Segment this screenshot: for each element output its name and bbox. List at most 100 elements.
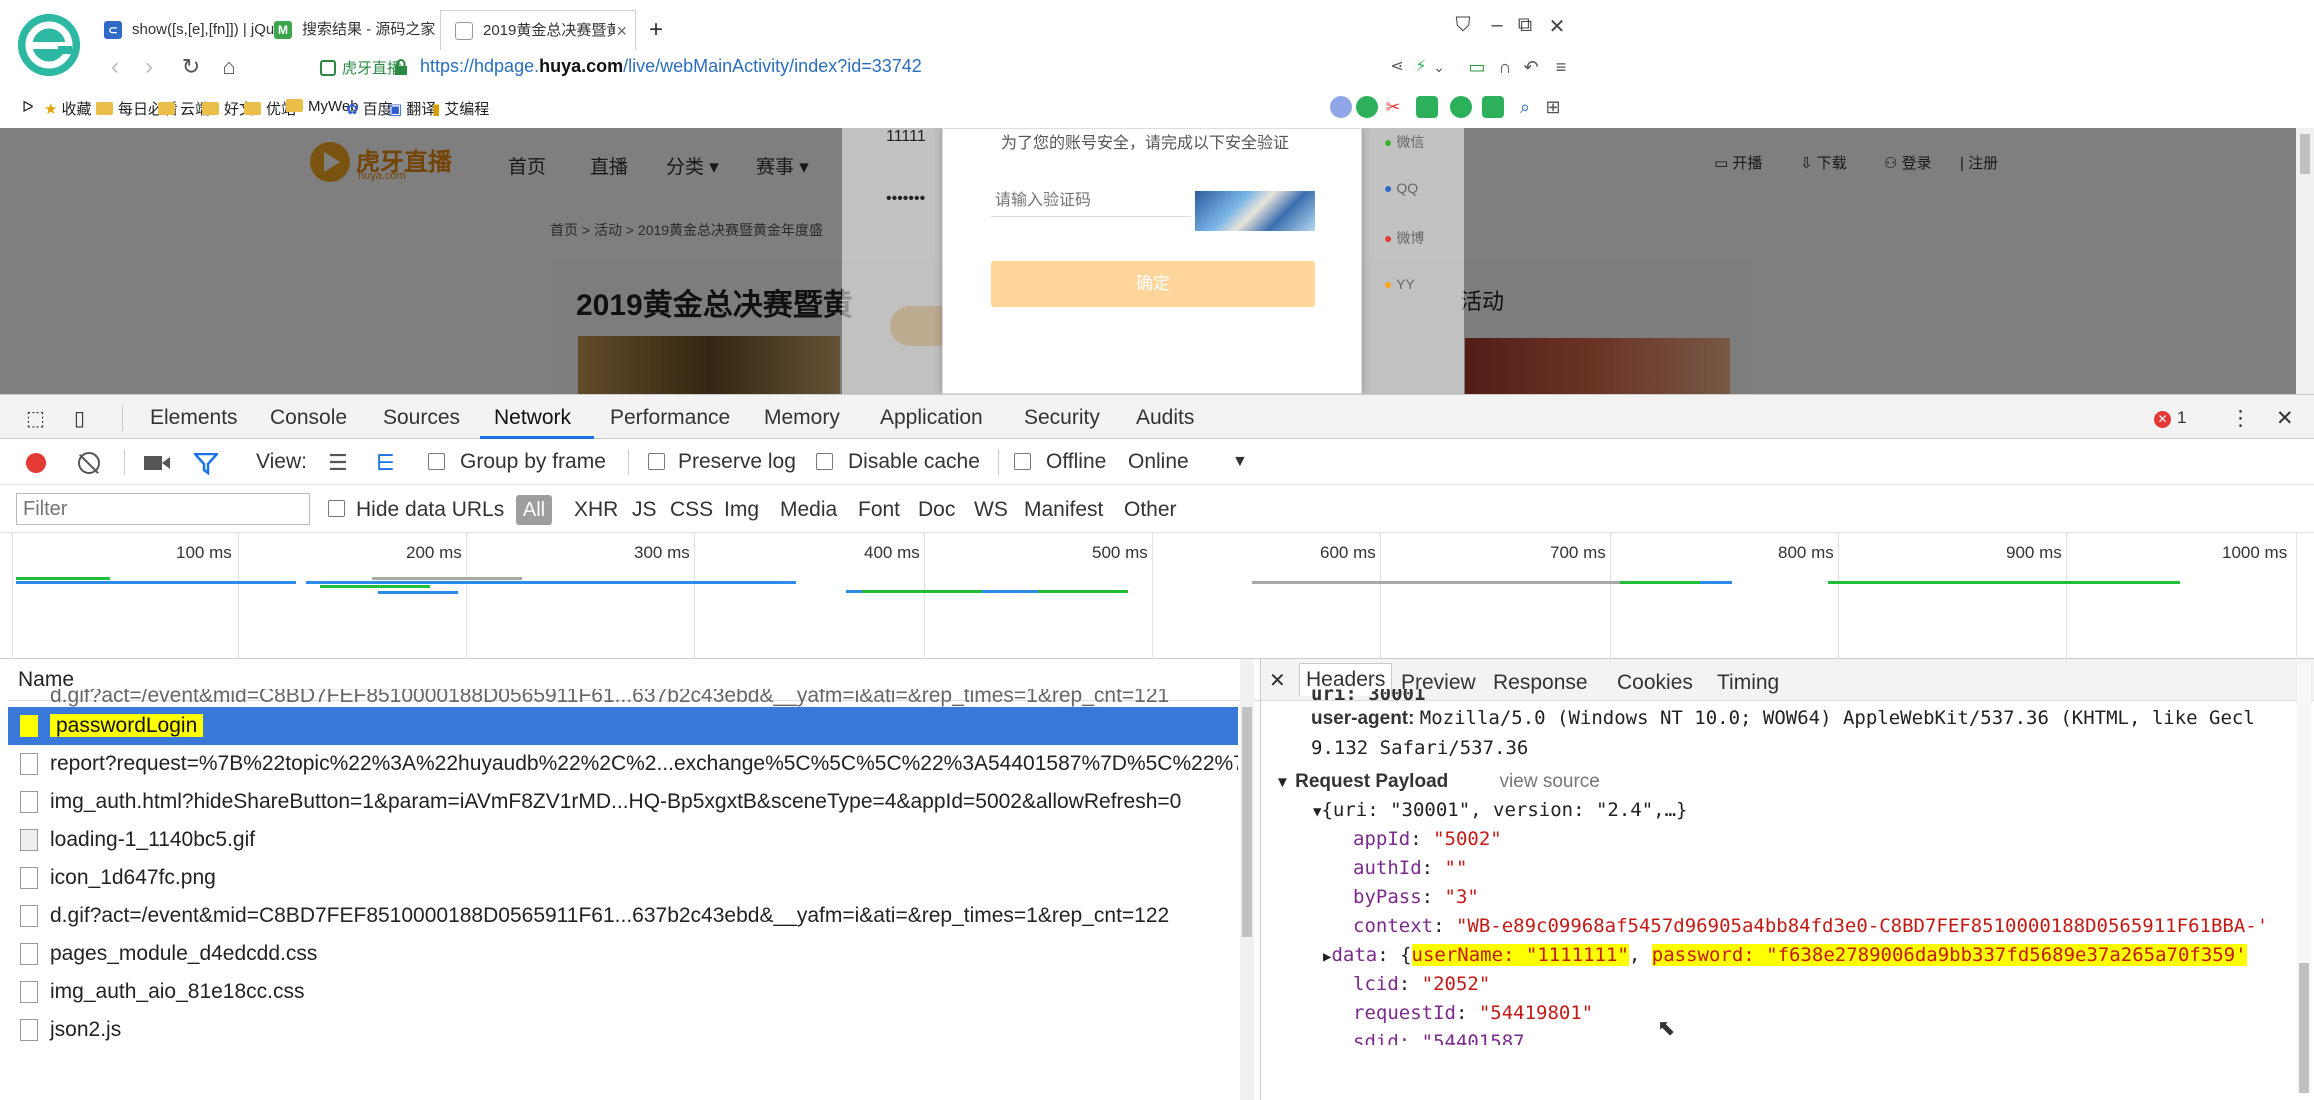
tab-audits[interactable]: Audits <box>1136 406 1194 430</box>
bookmark-aibiancheng[interactable]: ▮ 艾编程 <box>432 98 489 119</box>
tab-close-icon[interactable]: × <box>616 11 627 50</box>
table-row[interactable]: json2.js <box>8 1011 1238 1049</box>
type-filter-js[interactable]: JS <box>632 498 657 522</box>
extension-icon[interactable] <box>1330 96 1352 118</box>
login-yy[interactable]: ● YY <box>1384 276 1415 292</box>
tab-application[interactable]: Application <box>880 406 983 430</box>
type-filter-img[interactable]: Img <box>724 498 759 522</box>
payload-data[interactable]: ▶data: {userName: "1111111", password: "… <box>1323 944 2247 966</box>
gamepad-icon[interactable] <box>1482 96 1504 118</box>
browser-tab-jquery[interactable]: ⊂ show([s,[e],[fn]]) | jQuery API 3 <box>90 10 278 50</box>
throttling-dropdown-icon[interactable]: ▼ <box>1232 453 1248 471</box>
window-close-icon[interactable]: ✕ <box>1542 14 1572 39</box>
view-source-link[interactable]: view source <box>1500 771 1600 792</box>
reload-icon[interactable]: ↻ <box>176 54 206 80</box>
type-filter-doc[interactable]: Doc <box>918 498 955 522</box>
scrollbar-thumb[interactable] <box>2299 963 2309 1093</box>
login-wechat[interactable]: ● 微信 <box>1384 132 1424 152</box>
browser-tab-huya[interactable]: 2019黄金总决赛暨黄金年度盛典 × <box>440 10 636 50</box>
table-row[interactable]: d.gif?act=/event&mid=C8BD7FEF8510000188D… <box>8 689 1238 707</box>
captcha-image[interactable] <box>1195 191 1315 231</box>
device-icon[interactable]: ▯ <box>74 406 85 431</box>
request-payload-section[interactable]: ▼ Request Payload view source <box>1275 771 1600 793</box>
tab-console[interactable]: Console <box>270 406 347 430</box>
details-scrollbar[interactable] <box>2297 663 2311 1093</box>
type-filter-all[interactable]: All <box>516 495 552 525</box>
large-rows-icon[interactable]: ☰ <box>328 450 348 476</box>
group-by-frame-checkbox[interactable] <box>428 453 445 470</box>
address-bar[interactable]: https://hdpage.huya.com/live/webMainActi… <box>420 56 922 77</box>
tab-performance[interactable]: Performance <box>610 406 730 430</box>
menu-icon[interactable]: ≡ <box>1546 54 1576 80</box>
new-tab-button[interactable]: + <box>636 10 676 50</box>
browser-tab-search[interactable]: M 搜索结果 - 源码之家 <box>260 10 438 50</box>
camera-icon[interactable] <box>144 454 170 472</box>
grid-icon[interactable]: ⊞ <box>1542 96 1564 118</box>
close-icon[interactable]: ✕ <box>2276 406 2294 431</box>
type-filter-font[interactable]: Font <box>858 498 900 522</box>
tab-network[interactable]: Network <box>494 406 571 430</box>
hide-data-urls-checkbox[interactable] <box>328 500 345 517</box>
tab-response[interactable]: Response <box>1493 671 1588 695</box>
bookmark-translate[interactable]: ▣ 翻译 <box>388 98 436 119</box>
tab-sources[interactable]: Sources <box>383 406 460 430</box>
record-icon[interactable] <box>26 453 46 473</box>
kebab-menu-icon[interactable]: ⋮ <box>2230 406 2251 431</box>
browser-logo-icon[interactable] <box>18 14 80 76</box>
shirt-skin-icon[interactable]: ⛉ <box>1448 14 1478 37</box>
back-icon[interactable]: ‹ <box>100 54 130 80</box>
table-row[interactable]: img_auth.html?hideShareButton=1&param=iA… <box>8 783 1238 821</box>
preserve-log-checkbox[interactable] <box>648 453 665 470</box>
extension-icon[interactable] <box>1416 96 1438 118</box>
payload-summary[interactable]: ▼{uri: "30001", version: "2.4",…} <box>1313 799 1687 821</box>
clear-icon[interactable] <box>78 452 100 474</box>
sidebar-toggle-icon[interactable]: ᐅ <box>22 98 34 116</box>
type-filter-media[interactable]: Media <box>780 498 837 522</box>
extension-icon[interactable] <box>1356 96 1378 118</box>
scrollbar-thumb[interactable] <box>2300 134 2310 174</box>
battery-icon[interactable]: ▭ <box>1462 54 1492 80</box>
type-filter-manifest[interactable]: Manifest <box>1024 498 1103 522</box>
login-qq[interactable]: ● QQ <box>1384 180 1418 196</box>
type-filter-xhr[interactable]: XHR <box>574 498 618 522</box>
forward-icon[interactable]: › <box>134 54 164 80</box>
confirm-button[interactable]: 确定 <box>991 261 1315 307</box>
captcha-input[interactable] <box>991 185 1191 217</box>
type-filter-ws[interactable]: WS <box>974 498 1008 522</box>
tab-cookies[interactable]: Cookies <box>1617 671 1693 695</box>
scrollbar-thumb[interactable] <box>1242 707 1252 937</box>
page-scrollbar[interactable] <box>2296 128 2314 394</box>
throttling-select[interactable]: Online <box>1128 450 1189 474</box>
table-row[interactable]: report?request=%7B%22topic%22%3A%22huyau… <box>8 745 1238 783</box>
home-icon[interactable]: ⌂ <box>214 54 244 80</box>
table-row[interactable]: pages_module_d4edcdd.css <box>8 935 1238 973</box>
table-row[interactable]: passwordLogin <box>8 707 1238 745</box>
table-row[interactable]: d.gif?act=/event&mid=C8BD7FEF8510000188D… <box>8 897 1238 935</box>
tab-elements[interactable]: Elements <box>150 406 238 430</box>
table-row[interactable]: icon_1d647fc.png <box>8 859 1238 897</box>
bookmark-baidu[interactable]: ✿ 百度 <box>346 98 393 119</box>
table-row[interactable]: loading-1_1140bc5.gif <box>8 821 1238 859</box>
site-identity-label[interactable]: 虎牙直播 <box>320 57 402 78</box>
offline-checkbox[interactable] <box>1014 453 1031 470</box>
scissors-icon[interactable]: ✂ <box>1382 96 1404 118</box>
request-list-scrollbar[interactable] <box>1240 659 1254 1100</box>
shield-icon[interactable] <box>1450 96 1472 118</box>
close-details-icon[interactable]: ✕ <box>1269 668 1286 693</box>
tab-memory[interactable]: Memory <box>764 406 840 430</box>
inspect-icon[interactable]: ⬚ <box>26 406 45 431</box>
network-overview-timeline[interactable]: 100 ms 200 ms 300 ms 400 ms 500 ms 600 m… <box>0 533 2314 659</box>
type-filter-css[interactable]: CSS <box>670 498 713 522</box>
undo-icon[interactable]: ↶ <box>1516 54 1546 80</box>
tab-timing[interactable]: Timing <box>1717 671 1779 695</box>
waterfall-icon[interactable]: ⋿ <box>376 450 395 476</box>
filter-input[interactable] <box>16 493 310 525</box>
tab-security[interactable]: Security <box>1024 406 1100 430</box>
table-row[interactable]: img_auth_aio_81e18cc.css <box>8 973 1238 1011</box>
filter-icon[interactable] <box>192 452 220 476</box>
error-counter[interactable]: ✕ 1 <box>2154 408 2186 428</box>
login-weibo[interactable]: ● 微博 <box>1384 228 1424 248</box>
type-filter-other[interactable]: Other <box>1124 498 1177 522</box>
search-icon[interactable]: ⌕ <box>1514 96 1536 118</box>
chevron-down-icon[interactable]: ⌄ <box>1424 54 1454 80</box>
